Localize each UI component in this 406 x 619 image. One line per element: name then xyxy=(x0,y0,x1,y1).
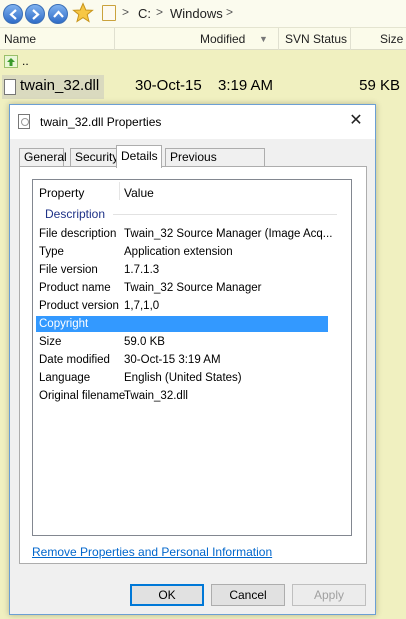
detail-row[interactable]: Original filename Twain_32.dll xyxy=(39,388,345,404)
dll-file-icon xyxy=(4,79,16,95)
detail-value: Twain_32.dll xyxy=(124,390,188,402)
detail-key: Language xyxy=(39,372,91,384)
detail-value: Twain_32 Source Manager (Image Acq... xyxy=(124,228,333,240)
forward-button[interactable] xyxy=(25,4,45,24)
remove-properties-link[interactable]: Remove Properties and Personal Informati… xyxy=(32,545,272,559)
detail-row[interactable]: Product version 1,7,1,0 xyxy=(39,298,345,314)
apply-button[interactable]: Apply xyxy=(292,584,366,606)
file-row[interactable]: twain_32.dll 30-Oct-15 3:19 AM 59 KB xyxy=(0,75,406,99)
detail-row[interactable]: Language English (United States) xyxy=(39,370,345,386)
back-button[interactable] xyxy=(3,4,23,24)
detail-row[interactable]: Size 59.0 KB xyxy=(39,334,345,350)
detail-key: Date modified xyxy=(39,354,110,366)
detail-row[interactable]: File version 1.7.1.3 xyxy=(39,262,345,278)
cancel-button[interactable]: Cancel xyxy=(211,584,285,606)
folder-icon xyxy=(102,5,116,21)
detail-value: Application extension xyxy=(124,246,233,258)
column-svn-status[interactable]: SVN Status xyxy=(285,28,347,50)
detail-value: 1,7,1,0 xyxy=(124,300,160,312)
close-button[interactable]: ✕ xyxy=(347,112,365,130)
detail-key: Copyright xyxy=(39,318,89,330)
column-size[interactable]: Size xyxy=(380,28,403,50)
detail-row[interactable]: File description Twain_32 Source Manager… xyxy=(39,226,345,242)
detail-key: Original filename xyxy=(39,390,126,402)
column-modified[interactable]: Modified xyxy=(200,28,245,50)
details-panel: Property Value Description File descript… xyxy=(19,166,367,564)
parent-folder-icon xyxy=(4,55,18,68)
group-description[interactable]: Description xyxy=(45,207,105,221)
column-divider xyxy=(350,28,351,50)
detail-row[interactable]: Type Application extension xyxy=(39,244,345,260)
column-header: Name Modified ▼ SVN Status Size xyxy=(0,28,406,50)
address-bar[interactable]: > C: > Windows > xyxy=(98,2,406,24)
detail-value: 1.7.1.3 xyxy=(124,264,160,276)
file-name: twain_32.dll xyxy=(20,77,100,94)
detail-key: File description xyxy=(39,228,117,240)
tab-security[interactable]: Security xyxy=(70,148,118,167)
detail-value: 30-Oct-15 3:19 AM xyxy=(124,354,221,366)
breadcrumb-separator[interactable]: > xyxy=(156,5,163,19)
breadcrumb-drive[interactable]: C: xyxy=(138,6,151,21)
properties-dialog: twain_32.dll Properties ✕ General Securi… xyxy=(9,104,376,615)
file-time: 3:19 AM xyxy=(218,77,274,94)
column-divider xyxy=(114,28,115,50)
detail-key: Product version xyxy=(39,300,119,312)
up-arrow-icon xyxy=(53,10,64,18)
column-divider xyxy=(119,182,120,200)
dialog-footer: OK Cancel Apply xyxy=(10,576,375,614)
up-button[interactable] xyxy=(48,4,68,24)
detail-key: Size xyxy=(39,336,62,348)
ok-button[interactable]: OK xyxy=(130,584,204,606)
detail-row[interactable]: Product name Twain_32 Source Manager xyxy=(39,280,345,296)
breadcrumb-separator[interactable]: > xyxy=(122,5,129,19)
detail-value: 59.0 KB xyxy=(124,336,165,348)
column-divider xyxy=(278,28,279,50)
sort-down-icon: ▼ xyxy=(259,34,268,44)
tab-general[interactable]: General xyxy=(19,148,67,167)
detail-value: English (United States) xyxy=(124,372,242,384)
column-name[interactable]: Name xyxy=(4,28,36,50)
dialog-titlebar[interactable]: twain_32.dll Properties ✕ xyxy=(10,105,375,139)
detail-row[interactable]: Date modified 30-Oct-15 3:19 AM xyxy=(39,352,345,368)
breadcrumb-folder[interactable]: Windows xyxy=(170,6,223,21)
back-arrow-icon xyxy=(9,9,17,20)
column-property[interactable]: Property xyxy=(39,186,84,200)
parent-folder-row[interactable]: .. xyxy=(0,52,406,72)
detail-key: Type xyxy=(39,246,64,258)
column-value[interactable]: Value xyxy=(124,186,154,200)
group-divider xyxy=(113,214,337,215)
tab-previous-versions[interactable]: Previous Versions xyxy=(165,148,265,181)
favorites-star-icon[interactable] xyxy=(72,2,94,24)
detail-value: Twain_32 Source Manager xyxy=(124,282,262,294)
file-date: 30-Oct-15 xyxy=(135,77,202,94)
forward-arrow-icon xyxy=(32,9,40,20)
dialog-title: twain_32.dll Properties xyxy=(40,115,162,129)
detail-key: File version xyxy=(39,264,98,276)
detail-row-selected[interactable]: Copyright xyxy=(36,316,328,332)
dll-file-icon xyxy=(18,114,30,129)
breadcrumb-separator[interactable]: > xyxy=(226,5,233,19)
parent-folder-label: .. xyxy=(22,54,29,68)
tab-strip: General Security Details Previous Versio… xyxy=(19,145,369,181)
tab-details[interactable]: Details xyxy=(116,145,162,168)
details-list[interactable]: Property Value Description File descript… xyxy=(32,179,352,536)
file-size: 59 KB xyxy=(359,77,400,94)
detail-key: Product name xyxy=(39,282,111,294)
explorer-toolbar: > C: > Windows > xyxy=(0,0,406,28)
